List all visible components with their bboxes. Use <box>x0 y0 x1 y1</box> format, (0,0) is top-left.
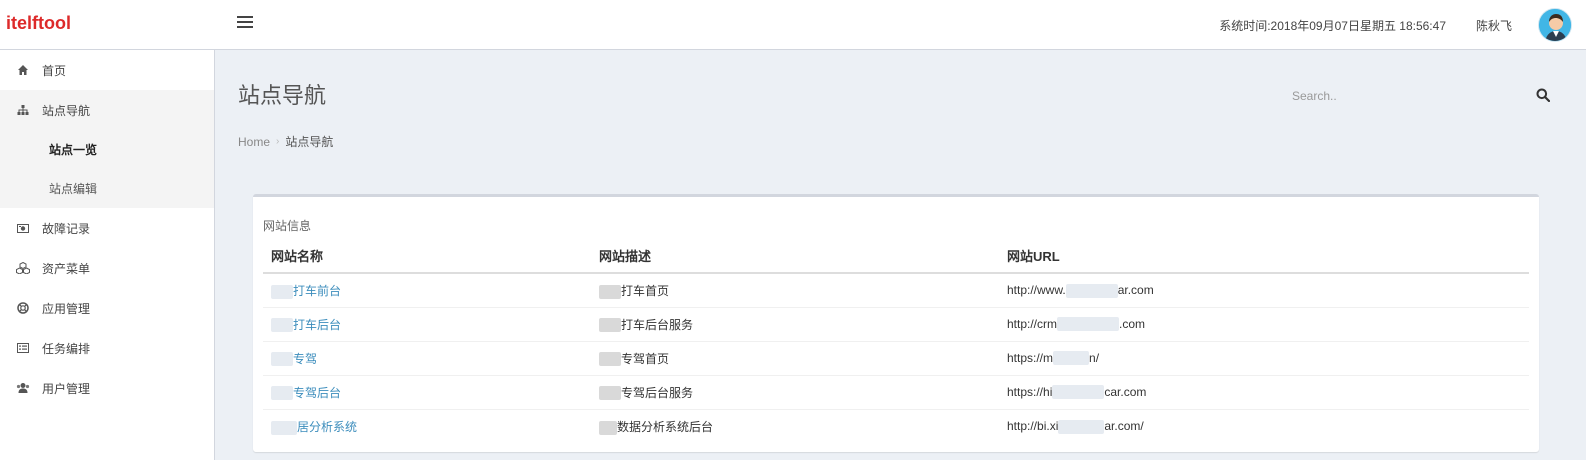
redacted-blur <box>599 284 621 299</box>
redacted-blur <box>271 420 297 435</box>
sidebar-subitem-site-edit[interactable]: 站点编辑 <box>0 169 214 208</box>
sidebar-group-site-nav: 站点导航 站点一览 站点编辑 <box>0 90 214 208</box>
sidebar-item-label: 站点导航 <box>42 103 91 118</box>
redacted-blur <box>599 318 621 333</box>
site-url-prefix[interactable]: http://crm <box>1007 317 1057 331</box>
home-icon <box>16 63 30 77</box>
site-url-prefix[interactable]: https://hi <box>1007 385 1052 399</box>
site-table: 网站名称 网站描述 网站URL 打车前台 打车首页 http://www. ar.… <box>263 239 1529 443</box>
site-desc: 专驾首页 <box>621 351 670 366</box>
table-row: 打车前台 打车首页 http://www. ar.com <box>263 272 1529 307</box>
user-avatar[interactable] <box>1538 8 1572 42</box>
search-icon[interactable] <box>1536 88 1552 104</box>
site-name-link[interactable]: 居分析系统 <box>297 420 357 434</box>
site-desc: 数据分析系统后台 <box>617 419 714 434</box>
site-url-prefix[interactable]: http://www. <box>1007 283 1066 297</box>
menu-toggle-icon[interactable] <box>237 14 253 30</box>
sidebar: 首页 站点导航 站点一览 站点编辑 故障记录 资产菜单 应用管理 任务编排 用户… <box>0 50 215 460</box>
sidebar-item-asset-menu[interactable]: 资产菜单 <box>0 248 214 288</box>
redacted-blur <box>1065 283 1118 298</box>
sidebar-item-fault-records[interactable]: 故障记录 <box>0 208 214 248</box>
lifebuoy-icon <box>16 301 30 315</box>
system-time: 系统时间:2018年09月07日星期五 18:56:47 <box>1219 19 1446 33</box>
table-row: 专驾后台 专驾后台服务 https://hi car.com <box>263 374 1529 409</box>
table-row: 居分析系统 数据分析系统后台 http://bi.xi ar.com/ <box>263 408 1529 443</box>
sidebar-item-user-management[interactable]: 用户管理 <box>0 368 214 408</box>
sidebar-item-app-management[interactable]: 应用管理 <box>0 288 214 328</box>
redacted-blur <box>1057 317 1120 332</box>
camera-icon <box>16 221 30 235</box>
redacted-blur <box>271 318 293 333</box>
column-header-url[interactable]: 网站URL <box>999 239 1529 274</box>
app-logo[interactable]: itelftool <box>6 13 71 34</box>
site-name-link[interactable]: 专驾后台 <box>293 386 341 400</box>
site-url-suffix[interactable]: car.com <box>1104 385 1146 399</box>
sitemap-icon <box>16 103 30 117</box>
redacted-blur <box>1052 385 1105 400</box>
search-input[interactable] <box>1292 84 1522 108</box>
list-card-icon <box>16 341 30 355</box>
site-desc: 打车首页 <box>621 283 670 298</box>
site-url-prefix[interactable]: http://bi.xi <box>1007 419 1058 433</box>
site-desc: 专驾后台服务 <box>621 385 694 400</box>
sidebar-item-label: 首页 <box>42 63 67 78</box>
page-title: 站点导航 <box>238 83 327 108</box>
site-name-link[interactable]: 打车前台 <box>293 284 341 298</box>
redacted-blur <box>271 386 293 401</box>
table-row: 专驾 专驾首页 https://m n/ <box>263 340 1529 375</box>
redacted-blur <box>271 352 293 367</box>
column-header-desc[interactable]: 网站描述 <box>591 239 999 274</box>
site-url-suffix[interactable]: .com <box>1119 317 1145 331</box>
breadcrumb-current: 站点导航 <box>285 135 334 149</box>
site-info-box: 网站信息 网站名称 网站描述 网站URL 打车前台 打车首页 http://ww… <box>253 194 1539 452</box>
site-url-suffix[interactable]: ar.com <box>1118 283 1154 297</box>
redacted-blur <box>1053 351 1090 366</box>
sidebar-item-site-nav[interactable]: 站点导航 <box>0 90 214 130</box>
redacted-blur <box>599 386 621 401</box>
sidebar-item-label: 用户管理 <box>42 381 91 396</box>
sidebar-item-label: 任务编排 <box>42 341 91 356</box>
redacted-blur <box>271 284 293 299</box>
sidebar-item-task-orchestration[interactable]: 任务编排 <box>0 328 214 368</box>
site-url-suffix[interactable]: n/ <box>1089 351 1099 365</box>
breadcrumb: Home › 站点导航 <box>238 133 333 150</box>
site-name-link[interactable]: 专驾 <box>293 352 317 366</box>
users-icon <box>16 381 30 395</box>
table-row: 打车后台 打车后台服务 http://crm .com <box>263 306 1529 341</box>
site-name-link[interactable]: 打车后台 <box>293 318 341 332</box>
redacted-blur <box>599 420 617 435</box>
sidebar-subitem-site-list[interactable]: 站点一览 <box>0 130 214 169</box>
sidebar-item-label: 资产菜单 <box>42 261 91 276</box>
column-header-name[interactable]: 网站名称 <box>263 239 591 274</box>
cubes-icon <box>16 261 30 275</box>
sidebar-item-home[interactable]: 首页 <box>0 50 214 90</box>
chevron-right-icon: › <box>276 136 280 147</box>
redacted-blur <box>1058 419 1105 434</box>
box-title: 网站信息 <box>263 219 312 233</box>
site-url-suffix[interactable]: ar.com/ <box>1104 419 1143 433</box>
redacted-blur <box>599 352 621 367</box>
site-desc: 打车后台服务 <box>621 317 694 332</box>
search-box <box>1292 84 1552 108</box>
top-header: itelftool 系统时间:2018年09月07日星期五 18:56:47 陈… <box>0 0 1586 50</box>
site-url-prefix[interactable]: https://m <box>1007 351 1053 365</box>
sidebar-item-label: 应用管理 <box>42 301 91 316</box>
sidebar-item-label: 故障记录 <box>42 221 91 236</box>
table-header-row: 网站名称 网站描述 网站URL <box>263 239 1529 274</box>
user-name[interactable]: 陈秋飞 <box>1476 17 1512 34</box>
breadcrumb-home[interactable]: Home <box>238 135 270 149</box>
